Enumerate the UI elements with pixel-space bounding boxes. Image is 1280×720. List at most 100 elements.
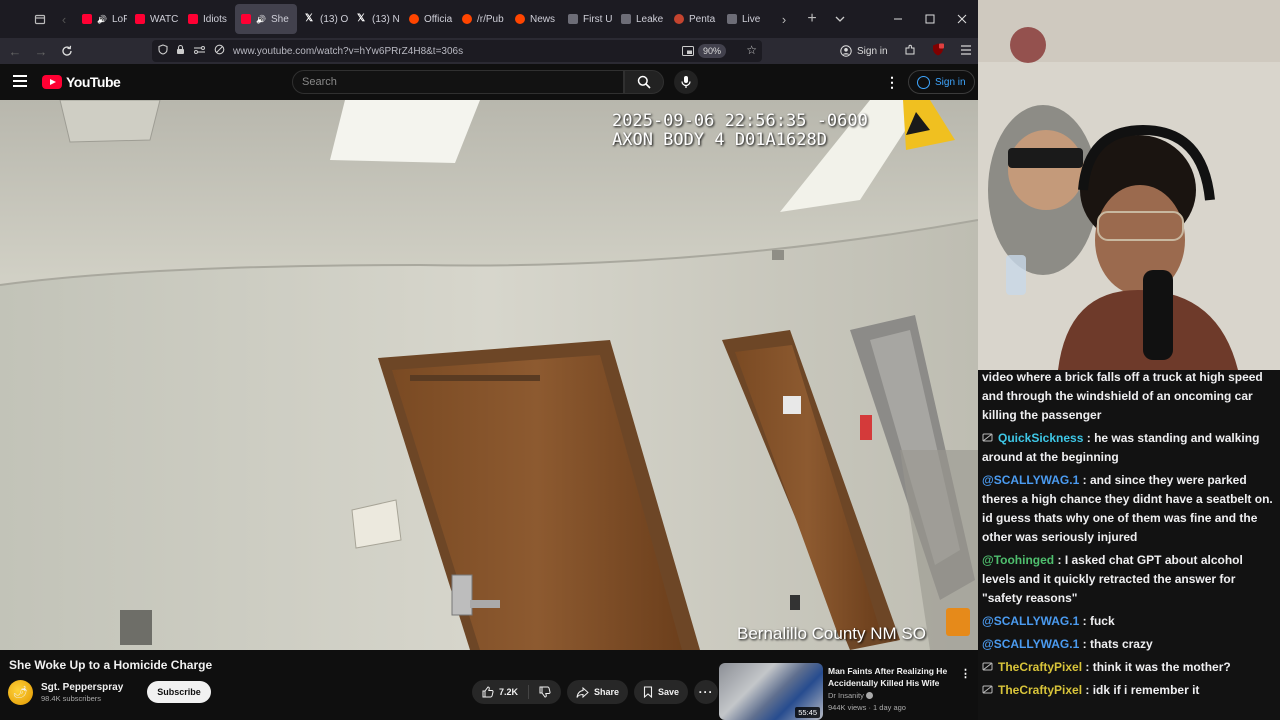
extensions-icon[interactable] [904,44,916,59]
webcam-feed [978,0,1280,370]
account-sign-in-button[interactable]: Sign in [840,45,888,57]
youtube-sign-in-label: Sign in [935,76,966,88]
video-player[interactable] [0,100,978,650]
browser-tab[interactable]: First U [562,4,613,34]
search-button[interactable] [624,70,664,94]
scroll-tabs-right-icon[interactable]: › [772,7,796,31]
chat-username[interactable]: @Toohinged [982,553,1054,567]
video-frame [0,100,978,650]
browser-tab-label: Leake [636,13,664,25]
recommended-title[interactable]: Man Faints After Realizing He Accidental… [828,665,956,689]
lock-icon[interactable] [176,44,185,58]
tracking-shield-icon[interactable] [158,44,168,58]
chat-username[interactable]: TheCraftyPixel [998,660,1082,674]
youtube-sign-in-button[interactable]: Sign in [908,70,975,94]
save-button[interactable]: Save [634,680,689,704]
tab-audio-icon[interactable]: 🔊 [97,15,107,24]
search-box[interactable] [292,70,624,94]
like-button[interactable]: 7.2K [472,685,530,699]
youtube-favicon-icon [135,14,145,24]
url-text[interactable]: www.youtube.com/watch?v=hYw6PRrZ4H8&t=30… [233,46,463,57]
settings-kebab-icon[interactable]: ⋮ [885,74,899,91]
zoom-level[interactable]: 90% [697,44,726,58]
channel-avatar[interactable]: 🌶 [8,679,33,705]
reload-icon[interactable] [54,39,80,63]
tab-strip: 🔊 LoFi D WATCIdiots🔊She✕𝕏(13) O𝕏(13) NOffi… [76,4,772,34]
chat-message: video where a brick falls off a truck at… [982,368,1278,425]
bookmark-star-icon[interactable]: ☆ [746,43,757,57]
chat-username[interactable]: TheCraftyPixel [998,683,1082,697]
browser-tab[interactable]: Leake [615,4,666,34]
youtube-favicon-icon [188,14,198,24]
browser-tab[interactable]: Live [721,4,772,34]
bodycam-timestamp: 2025-09-06 22:56:35 -0600 AXON BODY 4 D01… [612,112,868,150]
search-input[interactable] [302,76,623,88]
thumbs-down-icon [539,686,551,698]
back-icon[interactable]: ← [2,39,28,63]
address-bar[interactable]: www.youtube.com/watch?v=hYw6PRrZ4H8&t=30… [152,40,762,62]
list-tabs-icon[interactable] [828,7,852,31]
subscribe-button[interactable]: Subscribe [147,681,211,703]
chat-username[interactable]: @SCALLYWAG.1 [982,473,1079,487]
chat-message: TheCraftyPixel : think it was the mother… [982,658,1278,677]
channel-info: Sgt. Pepperspray 98.4K subscribers [41,682,123,703]
browser-tab[interactable]: Officia [403,4,454,34]
recommended-duration: 55:45 [795,707,820,718]
youtube-favicon-icon [82,14,92,24]
browser-tab-label: WATC [150,13,179,25]
recommended-menu-icon[interactable]: ⋮ [960,667,971,680]
more-actions-button[interactable]: ··· [694,680,719,704]
picture-in-picture-icon[interactable] [682,44,694,62]
chat-text: idk if i remember it [1092,683,1200,697]
reddit-favicon-icon [515,14,525,24]
browser-tab[interactable]: 🔊She✕ [235,4,297,34]
share-button[interactable]: Share [567,680,629,704]
browser-tab[interactable]: 🔊 LoFi D [76,4,127,34]
app-menu-icon[interactable] [960,44,972,58]
browser-tab[interactable]: 𝕏 (13) N [351,4,401,34]
search-icon [637,75,651,89]
maximize-icon[interactable] [914,0,946,38]
video-title: She Woke Up to a Homicide Charge [9,658,213,672]
youtube-logo-text: YouTube [66,74,121,90]
bookmark-icon [643,686,653,698]
chat-username[interactable]: QuickSickness [998,431,1083,445]
forward-icon[interactable]: → [28,39,54,63]
browser-tab[interactable]: Penta [668,4,719,34]
recommended-thumbnail[interactable]: 55:45 [719,663,823,720]
browser-tab[interactable]: Idiots [182,4,233,34]
browser-tab[interactable]: News [509,4,560,34]
browser-tab-label: LoFi D [111,13,127,25]
like-count: 7.2K [499,687,519,697]
permissions-icon[interactable] [193,45,206,58]
x-favicon-icon: 𝕏 [357,13,366,24]
chat-username[interactable]: @SCALLYWAG.1 [982,614,1079,628]
webcam-image [978,0,1280,370]
chat-message: @SCALLYWAG.1 : fuck [982,612,1278,631]
browser-tab[interactable]: /r/Pub [456,4,507,34]
page-favicon-icon [727,14,737,24]
channel-name[interactable]: Sgt. Pepperspray [41,682,123,693]
recommended-channel-name: Dr Insanity [828,691,864,700]
tab-overview-icon[interactable] [28,7,52,31]
subscriber-count: 98.4K subscribers [41,693,102,703]
close-window-icon[interactable] [946,0,978,38]
youtube-logo[interactable]: YouTube [42,74,121,90]
guide-menu-icon[interactable] [13,75,27,87]
voice-search-button[interactable] [674,70,698,94]
browser-window: ‹ 🔊 LoFi D WATCIdiots🔊She✕𝕏(13) O𝕏(13) NOf… [0,0,978,720]
minimize-icon[interactable] [882,0,914,38]
dislike-button[interactable] [529,686,561,698]
new-tab-icon[interactable]: + [800,7,824,31]
tab-audio-icon[interactable]: 🔊 [256,15,266,24]
ublock-extension-icon[interactable] [932,43,944,59]
scroll-tabs-left-icon[interactable]: ‹ [52,7,76,31]
chat-username[interactable]: @SCALLYWAG.1 [982,637,1079,651]
chat-separator: : [1079,473,1090,487]
account-sign-in-label: Sign in [857,45,888,57]
autoplay-blocked-icon[interactable] [214,44,225,58]
browser-tab[interactable]: WATC [129,4,180,34]
browser-tab[interactable]: 𝕏 (13) O [299,4,349,34]
recommended-video[interactable]: 55:45 Man Faints After Realizing He Acci… [719,663,977,720]
verified-check-icon [865,692,873,699]
